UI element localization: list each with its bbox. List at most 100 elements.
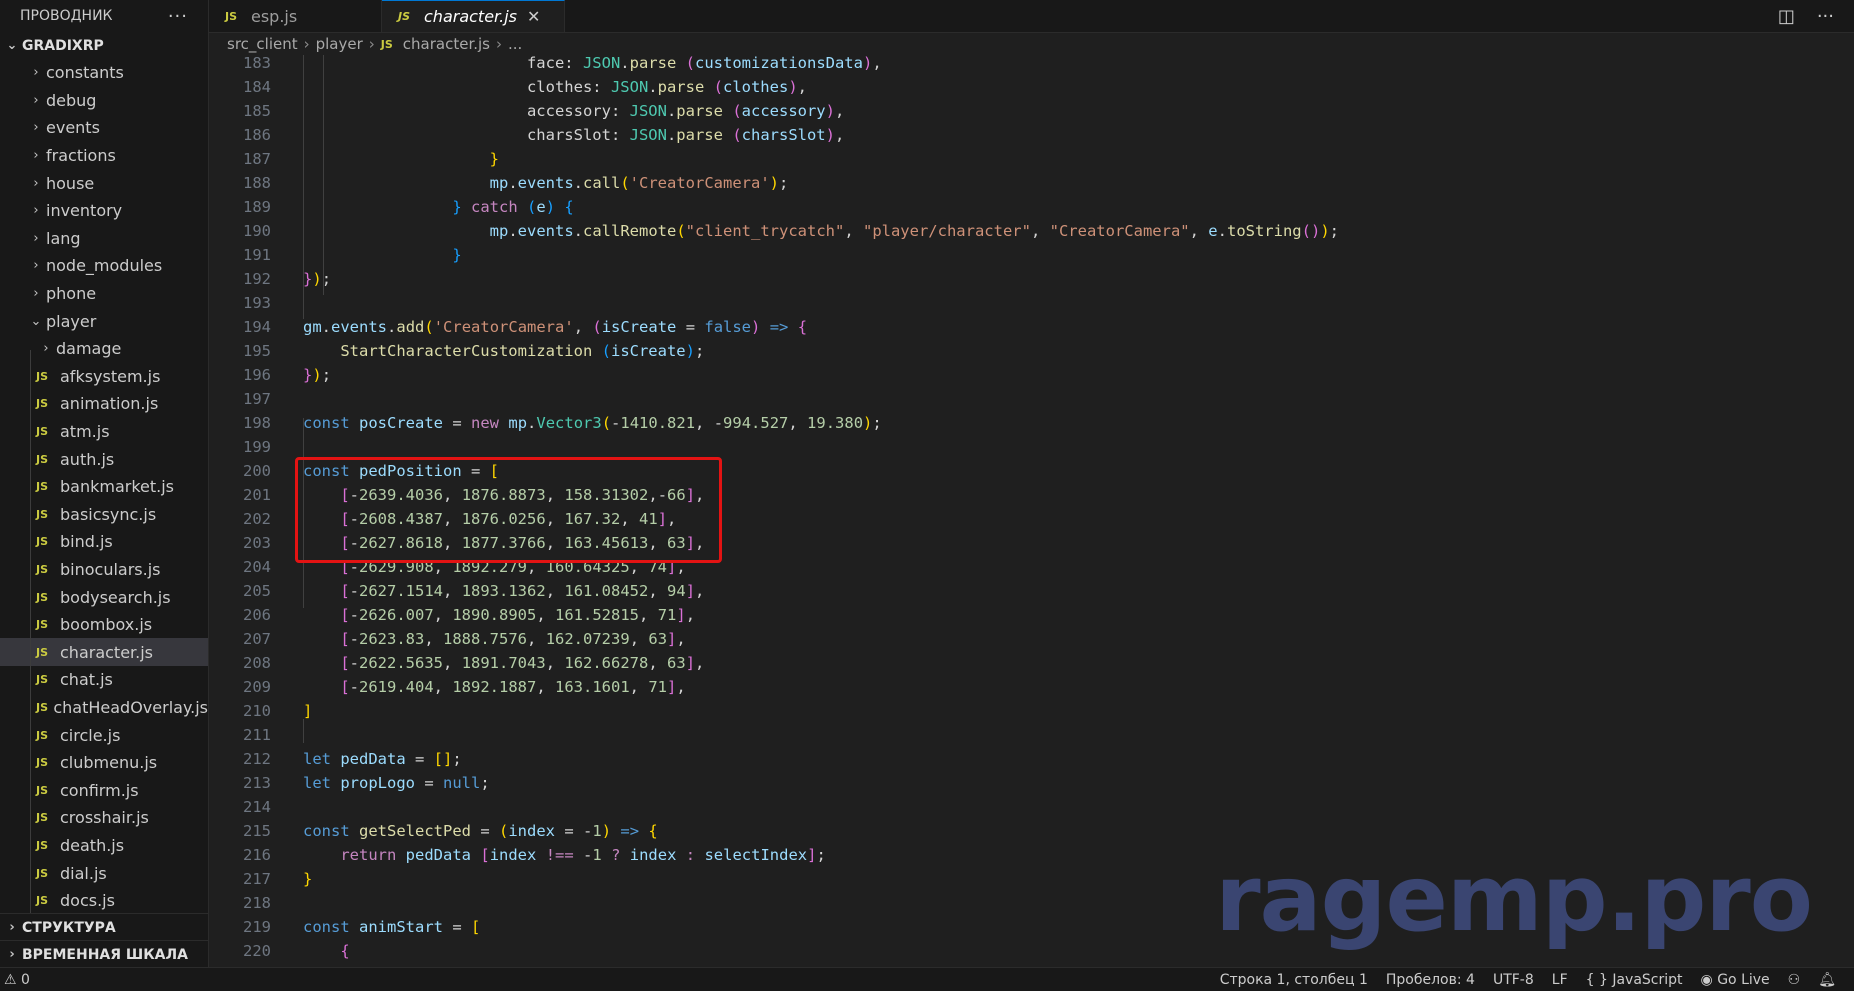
file-item[interactable]: JS animation.js [0,390,208,418]
code-line[interactable]: 199 [209,435,1854,459]
chevron-right-icon: › [33,148,39,164]
code-line[interactable]: 211 [209,723,1854,747]
js-file-icon: JS [36,535,49,549]
file-item[interactable]: JS boombox.js [0,611,208,639]
code-line[interactable]: 198 const posCreate = new mp.Vector3(-141… [209,411,1854,435]
file-item[interactable]: JS basicsync.js [0,501,208,529]
go-live-button[interactable]: ◉ Go Live [1701,972,1770,988]
project-root[interactable]: ⌄ GRADIXRP [0,32,208,59]
file-label: afksystem.js [60,366,161,386]
code-text: [-2622.5635, 1891.7043, 162.66278, 63], [340,654,705,672]
file-label: confirm.js [60,780,139,800]
file-item[interactable]: JS bodysearch.js [0,583,208,611]
timeline-section[interactable]: › ВРЕМЕННАЯ ШКАЛА [0,940,208,967]
close-icon[interactable]: ✕ [527,7,540,26]
js-file-icon: JS [36,590,49,604]
code-line[interactable]: 205 [-2627.1514, 1893.1362, 161.08452, 9… [209,579,1854,603]
chevron-right-icon: › [33,65,39,81]
code-line[interactable]: 194 gm.events.add('CreatorCamera', (isCre… [209,315,1854,339]
line-number: 203 [243,534,271,552]
folder-item[interactable]: › events [0,114,208,142]
file-item[interactable]: JS binoculars.js [0,556,208,584]
file-label: bind.js [60,532,113,552]
accounts-icon[interactable]: ⚇ [1788,972,1801,988]
folder-item[interactable]: › house [0,169,208,197]
file-item[interactable]: JS atm.js [0,418,208,446]
code-line[interactable]: 207 [-2623.83, 1888.7576, 162.07239, 63]… [209,627,1854,651]
code-line[interactable]: 193 [209,291,1854,315]
tab-character[interactable]: JS character.js ✕ [382,0,565,32]
code-line[interactable]: 197 [209,387,1854,411]
code-line[interactable]: 191 } [209,243,1854,267]
code-line[interactable]: 188 mp.events.call('CreatorCamera'); [209,171,1854,195]
problems-count[interactable]: ⚠ 0 [0,972,30,988]
breadcrumb-item[interactable]: character.js [403,35,490,53]
file-label: dial.js [60,863,107,883]
file-item[interactable]: JS confirm.js [0,776,208,804]
file-item[interactable]: JS auth.js [0,445,208,473]
code-line[interactable]: 209 [-2619.404, 1892.1887, 163.1601, 71]… [209,675,1854,699]
file-item[interactable]: JS bind.js [0,528,208,556]
split-editor-icon[interactable]: ◫ [1778,6,1795,27]
folder-item[interactable]: › node_modules [0,252,208,280]
code-text: const getSelectPed = (index = -1) => { [303,822,658,840]
outline-section[interactable]: › СТРУКТУРА [0,913,208,941]
folder-item[interactable]: › inventory [0,197,208,225]
code-line[interactable]: 187 } [209,147,1854,171]
file-item[interactable]: JS death.js [0,832,208,860]
code-line[interactable]: 210] [209,699,1854,723]
file-item[interactable]: JS chatHeadOverlay.js [0,694,208,722]
folder-item[interactable]: › damage [0,335,208,363]
code-line[interactable]: 186 charsSlot: JSON.parse (charsSlot), [209,123,1854,147]
code-line[interactable]: 190 mp.events.callRemote("client_trycatc… [209,219,1854,243]
language-mode[interactable]: { } JavaScript [1586,972,1683,988]
status-bar: ⚠ 0 Строка 1, столбец 1 Пробелов: 4 UTF-… [0,967,1854,991]
breadcrumb-item[interactable]: player [316,35,363,53]
indentation[interactable]: Пробелов: 4 [1386,972,1475,988]
js-file-icon: JS [380,37,393,51]
breadcrumb-item[interactable]: ... [508,35,522,53]
ellipsis-icon[interactable]: ··· [1817,6,1834,27]
folder-item[interactable]: › debug [0,87,208,115]
code-line[interactable]: 215 const getSelectPed = (index = -1) => … [209,819,1854,843]
file-item[interactable]: JS character.js [0,638,208,667]
file-item[interactable]: JS dial.js [0,859,208,887]
line-number: 189 [243,198,271,216]
breadcrumb-item[interactable]: src_client [227,35,298,53]
file-item[interactable]: JS clubmenu.js [0,749,208,777]
code-line[interactable]: 214 [209,795,1854,819]
folder-item[interactable]: › fractions [0,142,208,170]
file-item[interactable]: JS afksystem.js [0,363,208,391]
line-number: 192 [243,270,271,288]
folder-item[interactable]: › constants [0,59,208,87]
end-of-line[interactable]: LF [1552,972,1568,988]
code-line[interactable]: 206 [-2626.007, 1890.8905, 161.52815, 71… [209,603,1854,627]
file-item[interactable]: JS docs.js [0,887,208,915]
file-item[interactable]: JS bankmarket.js [0,473,208,501]
tab-esp[interactable]: JS esp.js [209,0,382,32]
ellipsis-icon[interactable]: ··· [168,6,188,27]
code-line[interactable]: 196}); [209,363,1854,387]
encoding[interactable]: UTF-8 [1493,972,1534,988]
code-line[interactable]: 212 let pedData = []; [209,747,1854,771]
code-line[interactable]: 195 StartCharacterCustomization (isCreat… [209,339,1854,363]
folder-item[interactable]: › lang [0,225,208,253]
folder-item[interactable]: › phone [0,280,208,308]
cursor-position[interactable]: Строка 1, столбец 1 [1220,972,1368,988]
file-item[interactable]: JS chat.js [0,666,208,694]
explorer-sidebar: ПРОВОДНИК ··· ⌄ GRADIXRP › constants › debu… [0,0,209,967]
code-line[interactable]: 192}); [209,267,1854,291]
folder-item-open[interactable]: ⌄ player [0,307,208,335]
code-line[interactable]: 213 let propLogo = null; [209,771,1854,795]
js-file-icon: JS [36,562,49,576]
bell-icon[interactable]: 🔔︎ [1818,972,1836,988]
tab-actions: ◫ ··· [1778,0,1834,32]
code-line[interactable]: 189 } catch (e) { [209,195,1854,219]
code-line[interactable]: 184 clothes: JSON.parse (clothes), [209,75,1854,99]
line-number: 213 [243,774,271,792]
file-item[interactable]: JS circle.js [0,721,208,749]
code-line[interactable]: 183 face: JSON.parse (customizationsData… [209,55,1854,75]
file-item[interactable]: JS crosshair.js [0,804,208,832]
code-line[interactable]: 185 accessory: JSON.parse (accessory), [209,99,1854,123]
code-line[interactable]: 208 [-2622.5635, 1891.7043, 162.66278, 6… [209,651,1854,675]
